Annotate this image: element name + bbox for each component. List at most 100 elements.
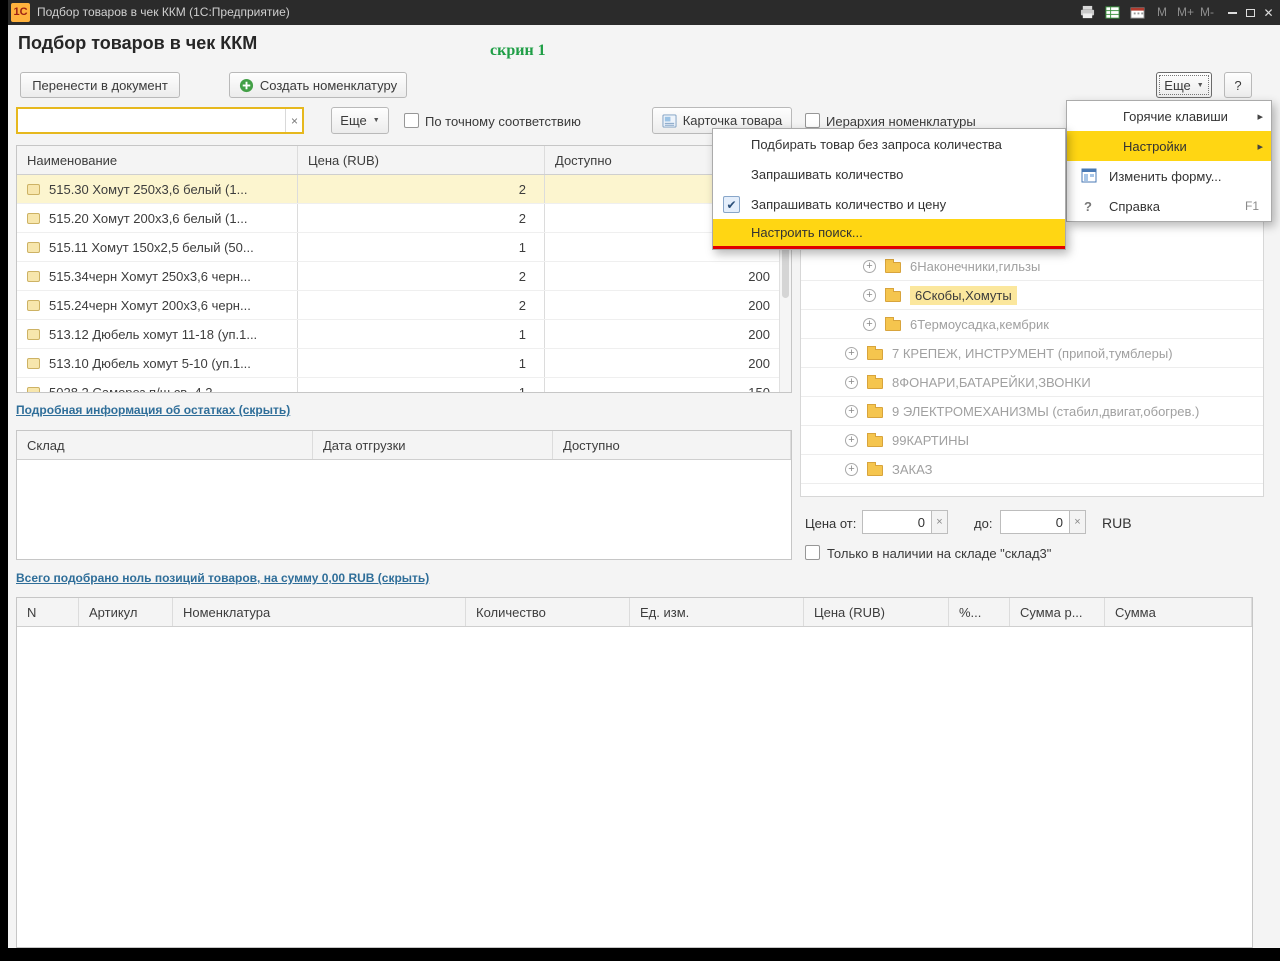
column-header[interactable]: Количество [466, 598, 630, 626]
menu-item[interactable]: ?СправкаF1 [1067, 191, 1271, 221]
product-price-cell: 2 [298, 175, 545, 203]
table-row[interactable]: 515.34черн Хомут 250х3,6 черн...2200 [17, 262, 791, 291]
product-name-cell: 515.34черн Хомут 250х3,6 черн... [17, 262, 298, 290]
expand-icon[interactable]: + [845, 347, 858, 360]
expand-icon[interactable]: + [845, 405, 858, 418]
spreadsheet-icon[interactable] [1105, 5, 1120, 25]
expand-icon[interactable]: + [863, 289, 876, 302]
tree-item[interactable]: +9 ЭЛЕКТРОМЕХАНИЗМЫ (стабил,двигат,обогр… [801, 397, 1263, 426]
expand-icon[interactable]: + [845, 463, 858, 476]
more-button[interactable]: Еще ▼ [1156, 72, 1212, 98]
tree-item[interactable]: +7 КРЕПЕЖ, ИНСТРУМЕНТ (припой,тумблеры) [801, 339, 1263, 368]
expand-icon[interactable]: + [845, 376, 858, 389]
column-header[interactable]: Наименование [17, 146, 298, 174]
stock-details-link[interactable]: Подробная информация об остатках (скрыть… [16, 403, 290, 417]
product-name-cell: 513.12 Дюбель хомут 11-18 (уп.1... [17, 320, 298, 348]
menu-item-label: Изменить форму... [1109, 169, 1222, 184]
menu-item[interactable]: Горячие клавиши▸ [1067, 101, 1271, 131]
tree-item[interactable]: +6Термоусадка,кембрик [801, 310, 1263, 339]
clear-search-icon[interactable]: × [285, 109, 303, 132]
stock-table-body [17, 460, 791, 559]
tree-item-label: 9 ЭЛЕКТРОМЕХАНИЗМЫ (стабил,двигат,обогре… [892, 404, 1199, 419]
memory-m-minus-button[interactable]: M- [1200, 0, 1214, 25]
tree-item-label: 99КАРТИНЫ [892, 433, 969, 448]
selection-table-body [17, 627, 1252, 947]
tree-item[interactable]: +8ФОНАРИ,БАТАРЕЙКИ,ЗВОНКИ [801, 368, 1263, 397]
product-card-label: Карточка товара [683, 113, 783, 128]
price-from-input[interactable] [862, 510, 932, 534]
table-row[interactable]: 513.10 Дюбель хомут 5-10 (уп.1...1200 [17, 349, 791, 378]
clear-price-from-icon[interactable]: × [932, 510, 948, 534]
close-button[interactable]: ✕ [1260, 0, 1277, 25]
table-row[interactable]: 515.20 Хомут 200х3,6 белый (1...2 [17, 204, 791, 233]
tree-item[interactable]: +99КАРТИНЫ [801, 426, 1263, 455]
product-price-cell: 2 [298, 291, 545, 319]
price-to-input[interactable] [1000, 510, 1070, 534]
column-header[interactable]: Сумма р... [1010, 598, 1105, 626]
menu-item[interactable]: Настройки▸ [1067, 131, 1271, 161]
in-stock-checkbox[interactable] [805, 545, 820, 560]
menu-item-label: Справка [1109, 199, 1160, 214]
folder-icon [867, 436, 883, 447]
plus-icon [239, 78, 254, 93]
menu-item[interactable]: Изменить форму... [1067, 161, 1271, 191]
tree-item-label: 6Наконечники,гильзы [910, 259, 1040, 274]
create-nomenclature-button[interactable]: Создать номенклатуру [229, 72, 407, 98]
table-row[interactable]: 5028.2 Саморез п/ш св. 4,2...1150 [17, 378, 791, 392]
calendar-icon[interactable] [1130, 5, 1145, 25]
column-header[interactable]: Доступно [553, 431, 791, 459]
tree-item[interactable]: +6Скобы,Хомуты [801, 281, 1263, 310]
menu-item[interactable]: ✔Запрашивать количество и цену [713, 189, 1065, 219]
menu-item[interactable]: Настроить поиск... [713, 219, 1065, 249]
clear-price-to-icon[interactable]: × [1070, 510, 1086, 534]
column-header[interactable]: Номенклатура [173, 598, 466, 626]
help-button[interactable]: ? [1224, 72, 1252, 98]
product-price-cell: 1 [298, 349, 545, 377]
page-title: Подбор товаров в чек ККМ [18, 33, 257, 54]
column-header[interactable]: %... [949, 598, 1010, 626]
selection-summary-link[interactable]: Всего подобрано ноль позиций товаров, на… [16, 571, 429, 585]
search-more-button[interactable]: Еще ▼ [331, 107, 389, 134]
stock-table-header: СкладДата отгрузкиДоступно [17, 431, 791, 460]
column-header[interactable]: N [17, 598, 79, 626]
table-row[interactable]: 515.11 Хомут 150х2,5 белый (50... 1 [17, 233, 791, 262]
search-more-label: Еще [340, 113, 366, 128]
print-icon[interactable] [1080, 5, 1095, 25]
column-header[interactable]: Цена (RUB) [298, 146, 545, 174]
column-header[interactable]: Цена (RUB) [804, 598, 949, 626]
transfer-to-document-button[interactable]: Перенести в документ [20, 72, 180, 98]
product-price-cell: 1 [298, 233, 545, 261]
hierarchy-checkbox[interactable] [805, 113, 820, 128]
table-row[interactable]: 513.12 Дюбель хомут 11-18 (уп.1...1200 [17, 320, 791, 349]
product-name-cell: 5028.2 Саморез п/ш св. 4,2... [17, 378, 298, 392]
tree-item[interactable]: +ЗАКАЗ [801, 455, 1263, 484]
folder-icon [867, 349, 883, 360]
maximize-button[interactable] [1242, 0, 1259, 25]
product-name: 515.11 Хомут 150х2,5 белый (50... [49, 240, 254, 255]
check-icon [723, 136, 740, 153]
table-row[interactable]: 515.30 Хомут 250х3,6 белый (1...2 [17, 175, 791, 204]
expand-icon[interactable]: + [863, 260, 876, 273]
column-header[interactable]: Склад [17, 431, 313, 459]
expand-icon[interactable]: + [845, 434, 858, 447]
tree-item[interactable]: +6Наконечники,гильзы [801, 252, 1263, 281]
column-header[interactable]: Ед. изм. [630, 598, 804, 626]
exact-match-checkbox[interactable] [404, 113, 419, 128]
folder-icon [885, 262, 901, 273]
column-header[interactable]: Сумма [1105, 598, 1252, 626]
product-name-cell: 515.20 Хомут 200х3,6 белый (1... [17, 204, 298, 232]
column-header[interactable]: Дата отгрузки [313, 431, 553, 459]
minimize-icon [1228, 12, 1237, 14]
menu-item[interactable]: Подбирать товар без запроса количества [713, 129, 1065, 159]
minimize-button[interactable] [1224, 0, 1241, 25]
expand-icon[interactable]: + [863, 318, 876, 331]
column-header[interactable]: Артикул [79, 598, 173, 626]
menu-item[interactable]: Запрашивать количество [713, 159, 1065, 189]
memory-m-plus-button[interactable]: M+ [1177, 0, 1194, 25]
products-table-body: 515.30 Хомут 250х3,6 белый (1...2515.20 … [17, 175, 791, 392]
table-row[interactable]: 515.24черн Хомут 200х3,6 черн...2200 [17, 291, 791, 320]
search-input[interactable] [16, 107, 304, 134]
selection-table-header: NАртикулНоменклатураКоличествоЕд. изм.Це… [17, 598, 1252, 627]
memory-m-button[interactable]: M [1157, 0, 1167, 25]
help-icon: ? [1084, 199, 1092, 214]
